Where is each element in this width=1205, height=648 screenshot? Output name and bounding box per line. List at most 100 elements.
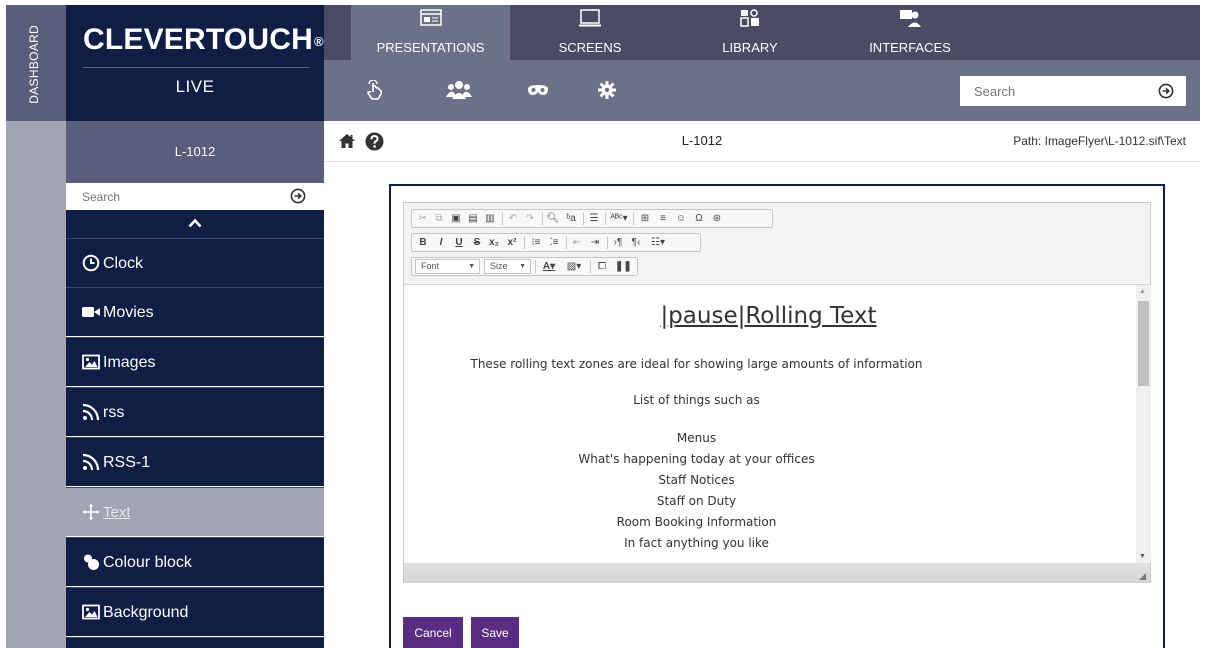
toolbar-separator	[535, 260, 536, 273]
sidebar-item-colour-block[interactable]: Colour block	[66, 537, 324, 586]
scrollbar-thumb[interactable]	[1138, 301, 1149, 386]
app-window: DASHBOARD CLEVERTOUCH® LIVE PRESENTATION…	[0, 0, 1205, 648]
sidebar-item-clock[interactable]: Clock	[66, 238, 324, 287]
cut-icon[interactable]: ✂	[416, 210, 430, 227]
special-char-icon[interactable]: Ω	[692, 210, 706, 227]
home-icon[interactable]	[338, 133, 356, 149]
sidebar-item-movies[interactable]: Movies	[66, 287, 324, 336]
underline-icon[interactable]: U	[452, 234, 466, 251]
sidebar-item-label: RSS-1	[103, 454, 151, 471]
strikethrough-icon[interactable]: S	[470, 234, 484, 251]
help-icon[interactable]	[365, 132, 384, 151]
horizontal-line-icon[interactable]: ≡	[656, 210, 670, 227]
tab-label: INTERFACES	[869, 40, 951, 55]
maximize-icon[interactable]: ⧠	[594, 258, 610, 275]
subscript-icon[interactable]: x₂	[487, 234, 501, 251]
replace-icon[interactable]: ᵇa	[564, 210, 578, 227]
tab-label: SCREENS	[558, 40, 622, 55]
sidebar-item-more[interactable]	[66, 637, 324, 648]
paste-word-icon[interactable]: ▥	[483, 210, 497, 227]
size-select[interactable]: Size ▼	[484, 259, 531, 274]
cancel-button[interactable]: Cancel	[403, 617, 463, 648]
sidebar-item-rss-1[interactable]: RSS-1	[66, 437, 324, 486]
touch-icon[interactable]	[364, 80, 386, 100]
image-icon	[82, 604, 100, 620]
rss-icon	[82, 453, 100, 471]
arrow-circle-right-icon[interactable]	[1158, 83, 1174, 99]
video-camera-icon	[82, 307, 100, 317]
tab-screens[interactable]: SCREENS	[510, 5, 670, 60]
sidebar-item-label: rss	[103, 404, 125, 421]
bold-icon[interactable]: B	[416, 234, 430, 251]
spellcheck-icon[interactable]: ᴬᴮᶜ▾	[609, 210, 629, 227]
editor-content[interactable]: |pause|Rolling Text These rolling text z…	[404, 284, 1136, 563]
iframe-icon[interactable]: ⊛	[710, 210, 724, 227]
smiley-icon[interactable]: ☺	[674, 210, 688, 227]
save-button[interactable]: Save	[471, 617, 519, 648]
paste-icon[interactable]: ▣	[449, 210, 463, 227]
outdent-icon[interactable]: ⇤	[570, 234, 584, 251]
presentation-icon	[419, 9, 442, 26]
toolbar-separator	[502, 212, 503, 225]
tab-label: LIBRARY	[722, 40, 778, 55]
dropdown-arrow-icon: ▼	[519, 263, 526, 270]
sidebar-item-text[interactable]: Text	[66, 487, 324, 536]
dashboard-label[interactable]: DASHBOARD	[27, 25, 41, 104]
content-line: What's happening today at your offices	[578, 452, 815, 466]
undo-icon[interactable]: ↶	[506, 210, 520, 227]
tab-presentations[interactable]: PRESENTATIONS	[351, 5, 510, 60]
scroll-down-icon[interactable]: ▼	[1139, 553, 1146, 560]
colour-blobs-icon	[84, 554, 99, 570]
tab-label: PRESENTATIONS	[376, 40, 485, 55]
select-all-icon[interactable]: ☰	[587, 210, 601, 227]
redo-icon[interactable]: ↷	[523, 210, 537, 227]
tab-interfaces[interactable]: INTERFACES	[830, 5, 990, 60]
editor-scrollbar[interactable]: ▲ ▼	[1136, 284, 1151, 563]
copy-icon[interactable]: ⧉	[432, 210, 446, 227]
italic-icon[interactable]: I	[434, 234, 448, 251]
numbered-list-icon[interactable]: ⁝≡	[529, 234, 543, 251]
indent-icon[interactable]: ⇥	[588, 234, 602, 251]
dashboard-rail[interactable]: DASHBOARD	[6, 5, 66, 121]
scroll-up-icon[interactable]: ▲	[1139, 288, 1146, 295]
sidebar-title: L-1012	[66, 121, 324, 183]
table-icon[interactable]: ⊞	[638, 210, 652, 227]
background-color-icon[interactable]: ▨▾	[563, 258, 585, 275]
dropdown-arrow-icon: ▼	[468, 263, 475, 270]
brand-subtitle: LIVE	[175, 77, 215, 96]
top-search	[960, 76, 1186, 106]
sidebar-scroll-up[interactable]	[66, 210, 324, 238]
mask-icon[interactable]	[527, 80, 549, 100]
content-line: Room Booking Information	[616, 515, 777, 529]
font-select-label: Font	[421, 261, 440, 271]
toolbar-separator	[605, 212, 606, 225]
gear-icon[interactable]	[596, 80, 618, 100]
editor-toolbar-row-1: ✂ ⧉ ▣ ▤ ▥ ↶ ↷ 🔍︎ ᵇa ☰ ᴬᴮᶜ▾ ⊞ ≡ ☺ Ω ⊛	[411, 209, 773, 228]
text-rtl-icon[interactable]: ¶‹	[629, 234, 643, 251]
resize-grip-icon[interactable]	[1139, 573, 1146, 580]
text-color-icon[interactable]: A▾	[538, 258, 560, 275]
pause-icon[interactable]: ❚❚	[615, 258, 632, 275]
paste-text-icon[interactable]: ▤	[466, 210, 480, 227]
top-search-input[interactable]	[960, 76, 1150, 106]
sidebar-item-images[interactable]: Images	[66, 337, 324, 386]
tab-library[interactable]: LIBRARY	[670, 5, 830, 60]
users-icon[interactable]	[446, 80, 472, 100]
sidebar-item-background[interactable]: Background	[66, 587, 324, 636]
page-title: L-1012	[681, 133, 723, 148]
find-icon[interactable]: 🔍︎	[546, 210, 560, 227]
bulleted-list-icon[interactable]: ⁚≡	[547, 234, 561, 251]
align-dropdown-icon[interactable]: ☷▾	[648, 234, 668, 251]
sidebar-item-label: Movies	[103, 304, 154, 321]
top-nav: PRESENTATIONS SCREENS LIBRARY INTERFACES	[324, 5, 1200, 60]
text-ltr-icon[interactable]: ›¶	[611, 234, 625, 251]
sidebar-search-input[interactable]	[66, 183, 286, 210]
sidebar-item-rss[interactable]: rss	[66, 387, 324, 436]
brand-name: CLEVERTOUCH	[83, 23, 313, 56]
content-line: These rolling text zones are ideal for s…	[470, 357, 923, 371]
rss-icon	[82, 403, 100, 421]
interfaces-icon	[900, 10, 921, 27]
superscript-icon[interactable]: x²	[505, 234, 519, 251]
arrow-circle-right-icon[interactable]	[290, 188, 306, 204]
font-select[interactable]: Font ▼	[415, 259, 480, 274]
